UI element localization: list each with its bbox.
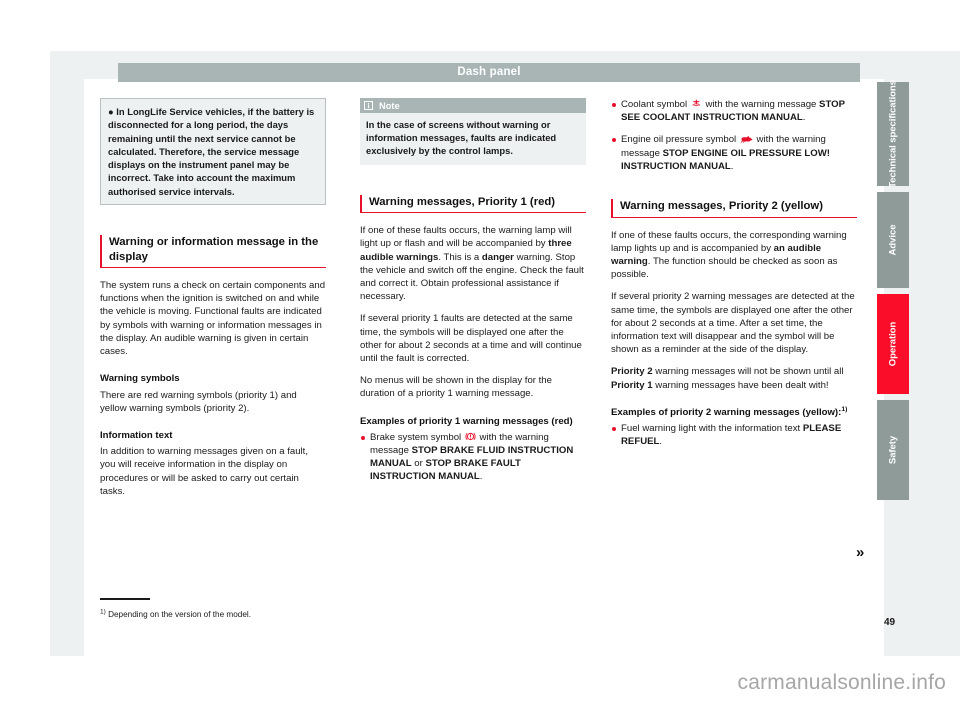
brake-warning-icon	[465, 431, 476, 442]
fuel-text-c: .	[659, 436, 663, 448]
brake-text-a: Brake system symbol	[370, 431, 464, 443]
section-heading-label: Warning messages, Priority 2 (yellow)	[620, 200, 823, 213]
footnote-marker: 1)	[100, 607, 106, 615]
p1-part-c: . This is a	[438, 251, 482, 263]
tab-label: Advice	[887, 224, 899, 256]
note-box-body: In the case of screens without warning o…	[360, 113, 586, 165]
p3-emphasis-priority2: Priority 2	[611, 366, 653, 378]
priority2-paragraph-1: If one of these faults occurs, the corre…	[611, 229, 857, 282]
p3-emphasis-priority1: Priority 1	[611, 379, 653, 391]
priority1-paragraph-1: If one of these faults occurs, the warni…	[360, 224, 586, 303]
footnote-text: 1) Depending on the version of the model…	[100, 607, 400, 620]
tab-safety[interactable]: Safety	[877, 400, 909, 500]
note-box-text: In the case of screens without warning o…	[366, 119, 557, 157]
coolant-text-b: with the warning message	[702, 99, 820, 110]
running-header: Dash panel	[118, 63, 860, 82]
priority2-examples-label: Examples of priority 2 warning messages …	[611, 406, 842, 418]
subheading-warning-symbols: Warning symbols	[100, 373, 180, 385]
longlife-service-bullet: ● In LongLife Service vehicles, if the b…	[108, 105, 318, 198]
tab-label: Technical specifications	[887, 80, 899, 188]
info-icon: i	[364, 101, 373, 110]
p3-part-d: warning messages have been dealt with!	[652, 379, 829, 391]
note-box-label: Note	[379, 100, 400, 111]
tab-advice[interactable]: Advice	[877, 192, 909, 288]
note-box-header: i Note	[360, 98, 586, 113]
coolant-temperature-icon	[691, 98, 702, 109]
subheading-information-text: Information text	[100, 429, 173, 441]
page-number: 49	[884, 617, 896, 628]
subheading-priority2-examples: Examples of priority 2 warning messages …	[611, 406, 857, 419]
priority1-example-oil-pressure: Engine oil pressure symbol with the warn…	[611, 133, 857, 173]
tab-label: Safety	[887, 435, 899, 465]
section-heading-priority-2: Warning messages, Priority 2 (yellow)	[611, 199, 857, 218]
continuation-arrow: »	[856, 544, 865, 561]
content-columns: ● In LongLife Service vehicles, if the b…	[100, 98, 870, 608]
p1-emphasis-danger: danger	[481, 251, 514, 263]
display-message-paragraph-1: The system runs a check on certain compo…	[100, 280, 326, 358]
note-box: i Note In the case of screens without wa…	[360, 98, 586, 165]
oil-text-d: .	[730, 160, 734, 172]
tab-label: Operation	[887, 321, 899, 367]
priority1-paragraph-2: If several priority 1 faults are detecte…	[360, 313, 582, 364]
section-heading-label: Warning or information message in the di…	[109, 236, 319, 263]
fuel-text-a: Fuel warning light with the information …	[621, 422, 803, 434]
coolant-text-a: Coolant symbol	[621, 99, 690, 110]
priority1-example-brake: Brake system symbol with the warning mes…	[360, 431, 586, 484]
site-watermark: carmanualsonline.info	[737, 671, 946, 694]
section-heading-display-message: Warning or information message in the di…	[100, 235, 326, 269]
column-2: i Note In the case of screens without wa…	[360, 98, 586, 493]
p1-part-a: If one of these faults occurs, the warni…	[360, 225, 572, 250]
subheading-priority1-examples: Examples of priority 1 warning messages …	[360, 415, 573, 427]
warning-symbols-paragraph: There are red warning symbols (priority …	[100, 389, 297, 414]
section-tabs: Technical specifications Advice Operatio…	[877, 80, 909, 506]
tab-operation[interactable]: Operation	[877, 294, 909, 394]
section-heading-label: Warning messages, Priority 1 (red)	[369, 195, 556, 208]
priority1-paragraph-3: No menus will be shown in the display fo…	[360, 375, 552, 400]
priority1-example-coolant: Coolant symbol with the warning message …	[611, 98, 857, 124]
p3-part-b: warning messages will not be shown until…	[652, 366, 844, 378]
priority2-paragraph-3: Priority 2 warning messages will not be …	[611, 365, 857, 391]
manual-page-viewport: Dash panel ● In LongLife Service vehicle…	[0, 0, 960, 708]
priority2-paragraph-2: If several priority 2 warning messages a…	[611, 291, 855, 356]
tab-technical-specifications[interactable]: Technical specifications	[877, 80, 909, 188]
priority2-example-fuel: Fuel warning light with the information …	[611, 422, 857, 448]
footnote-body: Depending on the version of the model.	[108, 609, 251, 619]
oil-pressure-icon	[740, 133, 753, 144]
oil-text-a: Engine oil pressure symbol	[621, 134, 739, 146]
coolant-text-d: .	[802, 112, 806, 124]
column-1: ● In LongLife Service vehicles, if the b…	[100, 98, 326, 507]
footnote-marker: 1)	[841, 405, 848, 413]
information-text-paragraph: In addition to warning messages given on…	[100, 446, 308, 497]
page-title: Dash panel	[457, 66, 521, 78]
longlife-service-note-box: ● In LongLife Service vehicles, if the b…	[100, 98, 326, 206]
footnote-rule	[100, 598, 150, 600]
brake-text-f: .	[479, 471, 483, 483]
column-3: Coolant symbol with the warning message …	[611, 98, 857, 457]
brake-text-d: or	[411, 458, 426, 470]
section-heading-priority-1: Warning messages, Priority 1 (red)	[360, 194, 586, 214]
footnote-block: 1) Depending on the version of the model…	[100, 598, 400, 620]
longlife-service-text: In LongLife Service vehicles, if the bat…	[108, 106, 315, 197]
